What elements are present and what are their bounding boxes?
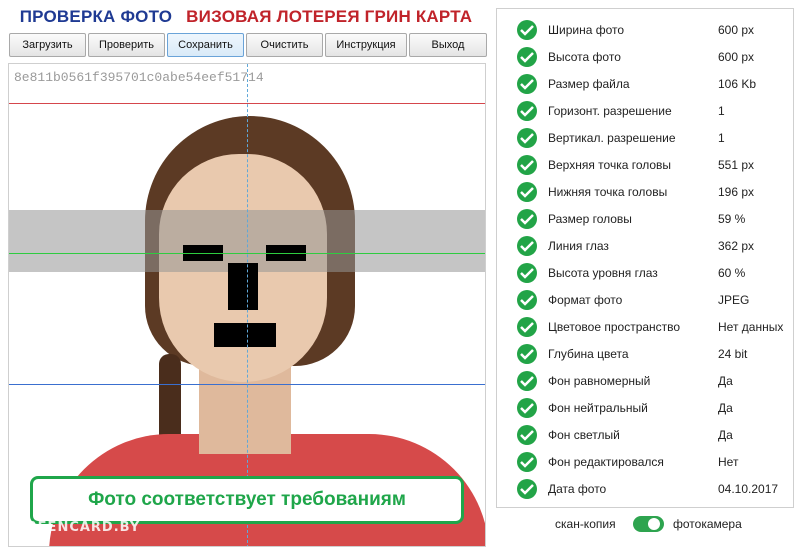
check-label: Цветовое пространство <box>548 319 681 334</box>
check-value: 1 <box>718 130 725 145</box>
check-label: Ширина фото <box>548 22 625 37</box>
check-value: 1 <box>718 103 725 118</box>
load-button[interactable]: Загрузить <box>9 33 86 57</box>
check-circle-icon <box>517 262 537 283</box>
check-label: Нижняя точка головы <box>548 184 668 199</box>
check-button[interactable]: Проверить <box>88 33 165 57</box>
check-value: 24 bit <box>718 346 748 361</box>
check-row: Фон нейтральный Да <box>497 394 795 421</box>
check-value: 106 Kb <box>718 76 757 91</box>
check-circle-icon <box>517 154 537 175</box>
check-label: Высота фото <box>548 49 621 64</box>
check-label: Линия глаз <box>548 238 609 253</box>
check-label: Фон нейтральный <box>548 400 648 415</box>
watermark: GREENCARD.BY <box>15 520 141 535</box>
check-label: Фон равномерный <box>548 373 651 388</box>
check-value: Да <box>718 427 733 442</box>
photo-hash: 8e811b0561f395701c0abe54eef51714 <box>14 70 264 85</box>
result-banner: Фото соответствует требованиям <box>30 476 464 524</box>
check-row: Формат фото JPEG <box>497 286 795 313</box>
source-mode-toggle: скан-копия фотокамера <box>496 508 794 540</box>
check-circle-icon <box>517 424 537 445</box>
check-label: Высота уровня глаз <box>548 265 658 280</box>
check-label: Вертикал. разрешение <box>548 130 676 145</box>
check-circle-icon <box>517 181 537 202</box>
check-row: Дата фото 04.10.2017 <box>497 475 795 502</box>
check-label: Фон редактировался <box>548 454 664 469</box>
exit-button[interactable]: Выход <box>409 33 487 57</box>
check-value: Да <box>718 373 733 388</box>
check-circle-icon <box>517 100 537 121</box>
scan-copy-label[interactable]: скан-копия <box>555 517 616 531</box>
check-circle-icon <box>517 19 537 40</box>
check-row: Фон светлый Да <box>497 421 795 448</box>
mode-switch[interactable] <box>633 516 664 532</box>
photo-checker-window: ПРОВЕРКА ФОТО ВИЗОВАЯ ЛОТЕРЕЯ ГРИН КАРТА… <box>0 0 800 547</box>
check-label: Размер головы <box>548 211 632 226</box>
toolbar: Загрузить Проверить Сохранить Очистить И… <box>9 33 487 57</box>
check-row: Нижняя точка головы 196 px <box>497 178 795 205</box>
check-row: Высота фото 600 px <box>497 43 795 70</box>
check-circle-icon <box>517 397 537 418</box>
check-row: Размер файла 106 Kb <box>497 70 795 97</box>
check-circle-icon <box>517 451 537 472</box>
check-label: Размер файла <box>548 76 630 91</box>
instruction-button[interactable]: Инструкция <box>325 33 407 57</box>
check-row: Глубина цвета 24 bit <box>497 340 795 367</box>
check-row: Фон редактировался Нет <box>497 448 795 475</box>
check-circle-icon <box>517 316 537 337</box>
check-value: Нет данных <box>718 319 784 334</box>
center-guide-line <box>247 64 248 546</box>
app-title: ПРОВЕРКА ФОТО <box>19 7 173 26</box>
check-row: Фон равномерный Да <box>497 367 795 394</box>
censor-mouth <box>214 323 276 347</box>
clear-button[interactable]: Очистить <box>246 33 323 57</box>
checks-panel: Ширина фото 600 px Высота фото 600 px Ра… <box>496 8 794 508</box>
check-circle-icon <box>517 73 537 94</box>
check-value: 60 % <box>718 265 746 280</box>
check-value: Да <box>718 400 733 415</box>
check-circle-icon <box>517 235 537 256</box>
save-button[interactable]: Сохранить <box>167 33 244 57</box>
check-circle-icon <box>517 343 537 364</box>
header: ПРОВЕРКА ФОТО ВИЗОВАЯ ЛОТЕРЕЯ ГРИН КАРТА <box>0 0 492 34</box>
check-circle-icon <box>517 208 537 229</box>
check-value: 59 % <box>718 211 746 226</box>
check-value: 362 px <box>718 238 755 253</box>
check-circle-icon <box>517 46 537 67</box>
check-row: Ширина фото 600 px <box>497 16 795 43</box>
censor-nose <box>228 263 258 310</box>
photo-preview: 8e811b0561f395701c0abe54eef51714 Фото со… <box>8 63 486 547</box>
switch-knob <box>648 518 660 530</box>
check-row: Вертикал. разрешение 1 <box>497 124 795 151</box>
check-value: Нет <box>718 454 739 469</box>
check-row: Горизонт. разрешение 1 <box>497 97 795 124</box>
check-label: Горизонт. разрешение <box>548 103 672 118</box>
check-circle-icon <box>517 370 537 391</box>
check-label: Фон светлый <box>548 427 620 442</box>
check-row: Размер головы 59 % <box>497 205 795 232</box>
check-value: 04.10.2017 <box>718 481 779 496</box>
check-label: Дата фото <box>548 481 607 496</box>
check-row: Верхняя точка головы 551 px <box>497 151 795 178</box>
camera-label[interactable]: фотокамера <box>673 517 742 531</box>
check-label: Верхняя точка головы <box>548 157 672 172</box>
app-subtitle: ВИЗОВАЯ ЛОТЕРЕЯ ГРИН КАРТА <box>186 7 473 26</box>
check-value: 600 px <box>718 22 755 37</box>
check-circle-icon <box>517 289 537 310</box>
check-circle-icon <box>517 127 537 148</box>
check-value: 600 px <box>718 49 755 64</box>
check-label: Глубина цвета <box>548 346 629 361</box>
check-circle-icon <box>517 478 537 499</box>
check-value: 551 px <box>718 157 755 172</box>
check-label: Формат фото <box>548 292 623 307</box>
check-value: 196 px <box>718 184 755 199</box>
result-text: Фото соответствует требованиям <box>88 489 406 510</box>
check-row: Цветовое пространство Нет данных <box>497 313 795 340</box>
check-row: Высота уровня глаз 60 % <box>497 259 795 286</box>
check-value: JPEG <box>718 292 750 307</box>
check-row: Линия глаз 362 px <box>497 232 795 259</box>
